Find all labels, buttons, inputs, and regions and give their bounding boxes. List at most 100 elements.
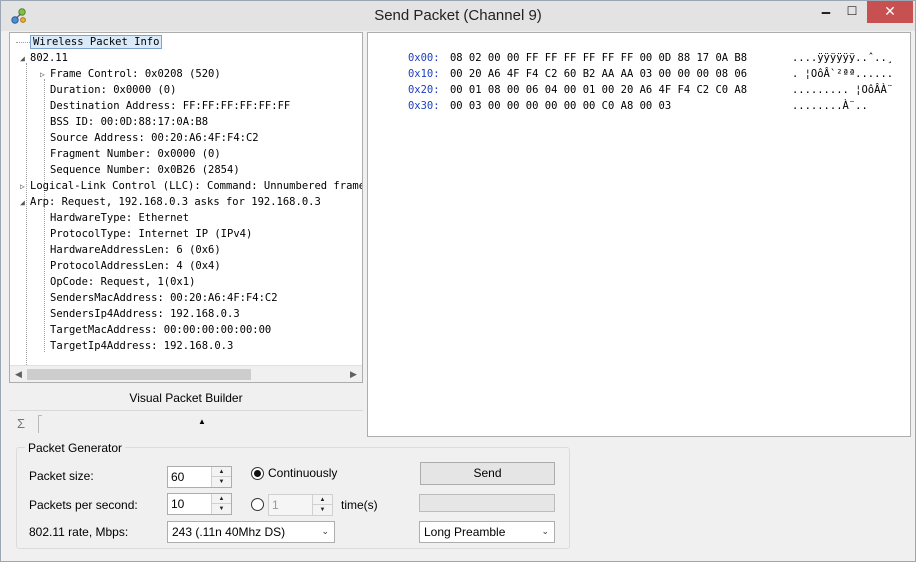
tree-item-label: Source Address: 00:20:A6:4F:F4:C2: [50, 132, 259, 144]
send-button[interactable]: Send: [420, 462, 555, 485]
tree-item-label: BSS ID: 00:0D:88:17:0A:B8: [50, 116, 209, 128]
tree-item-label: SendersIp4Address: 192.168.0.3: [50, 308, 240, 320]
rate-select-value: 243 (.11n 40Mhz DS): [172, 525, 286, 539]
times-stepper[interactable]: 1 ▲ ▼: [268, 494, 333, 516]
tree-item-label: 802.11: [30, 52, 68, 64]
tree-item-wireless-packet-info[interactable]: Wireless Packet Info: [30, 34, 163, 50]
tree-item-source-address[interactable]: Source Address: 00:20:A6:4F:F4:C2: [50, 130, 259, 146]
spin-up-icon[interactable]: ▲: [212, 494, 231, 504]
spin-buttons: ▲ ▼: [312, 495, 332, 515]
chevron-down-icon: ⌄: [321, 526, 329, 536]
tree-item-label: OpCode: Request, 1(0x1): [50, 276, 196, 288]
hex-row: 0x30: 00 03 00 00 00 00 00 00 C0 A8 00 03…: [370, 82, 868, 112]
tree-item-destination-address[interactable]: Destination Address: FF:FF:FF:FF:FF:FF: [50, 98, 290, 114]
hex-row: 0x20: 00 01 08 00 06 04 00 01 00 20 A6 4F…: [370, 66, 893, 96]
tree-item-protocol-address-len[interactable]: ProtocolAddressLen: 4 (0x4): [50, 258, 221, 274]
tree-item-label: HardwareType: Ethernet: [50, 212, 190, 224]
packet-tree[interactable]: Wireless Packet Info ◢ 802.11 ▷ Frame Cont…: [9, 32, 363, 383]
send-progress-bar: [419, 494, 555, 512]
chevron-down-icon: ⌄: [541, 526, 549, 536]
tree-item-llc[interactable]: ▷ Logical-Link Control (LLC): Command: Un…: [20, 178, 363, 195]
collapse-arrow-icon[interactable]: ◢: [20, 51, 30, 67]
tree-item-duration[interactable]: Duration: 0x0000 (0): [50, 82, 176, 98]
hex-row: 0x10: 00 20 A6 4F F4 C2 60 B2 AA AA 03 00…: [370, 50, 893, 80]
tree-item-target-mac[interactable]: TargetMacAddress: 00:00:00:00:00:00: [50, 322, 271, 338]
tree-item-target-ip[interactable]: TargetIp4Address: 192.168.0.3: [50, 338, 233, 354]
tree-connector: [16, 42, 30, 43]
tree-connector: [44, 207, 45, 352]
expand-arrow-icon[interactable]: ▷: [20, 179, 30, 195]
visual-packet-builder-bar: Σ ▲: [9, 410, 363, 436]
times-label: time(s): [341, 498, 378, 512]
preamble-select[interactable]: Long Preamble ⌄: [419, 521, 555, 543]
tree-item-hardware-address-len[interactable]: HardwareAddressLen: 6 (0x6): [50, 242, 221, 258]
spin-down-icon[interactable]: ▼: [313, 505, 332, 515]
tree-item-senders-mac[interactable]: SendersMacAddress: 00:20:A6:4F:F4:C2: [50, 290, 278, 306]
tree-item-hardware-type[interactable]: HardwareType: Ethernet: [50, 210, 189, 226]
spin-buttons: ▲ ▼: [211, 494, 231, 514]
continuously-radio[interactable]: [251, 467, 264, 480]
spin-down-icon[interactable]: ▼: [212, 477, 231, 487]
tree-item-protocol-type[interactable]: ProtocolType: Internet IP (IPv4): [50, 226, 252, 242]
spin-buttons: ▲ ▼: [211, 467, 231, 487]
times-radio[interactable]: [251, 498, 264, 511]
packet-size-label: Packet size:: [29, 469, 94, 483]
scroll-left-icon[interactable]: ◀: [10, 366, 27, 382]
rate-select[interactable]: 243 (.11n 40Mhz DS) ⌄: [167, 521, 335, 543]
maximize-button[interactable]: ☐: [837, 1, 867, 23]
tree-item-label: TargetMacAddress: 00:00:00:00:00:00: [50, 324, 272, 336]
tree-item-frame-control[interactable]: ▷ Frame Control: 0x0208 (520): [40, 66, 221, 82]
preamble-select-value: Long Preamble: [424, 525, 506, 539]
tree-item-label: Sequence Number: 0x0B26 (2854): [50, 164, 240, 176]
visual-packet-builder-label: Visual Packet Builder: [129, 391, 243, 405]
tree-item-label: Fragment Number: 0x0000 (0): [50, 148, 221, 160]
spin-down-icon[interactable]: ▼: [212, 504, 231, 514]
scroll-right-icon[interactable]: ▶: [345, 366, 362, 382]
tree-item-label: ProtocolAddressLen: 4 (0x4): [50, 260, 221, 272]
send-packet-window: Send Packet (Channel 9) 🗕 ☐ ✕ Wireless P…: [0, 0, 916, 562]
tree-item-80211[interactable]: ◢ 802.11: [20, 50, 68, 66]
packet-generator-legend: Packet Generator: [25, 441, 126, 455]
tree-item-label: Logical-Link Control (LLC): Command: Unn…: [30, 180, 363, 192]
tree-connector: [26, 63, 27, 382]
packets-per-second-label: Packets per second:: [29, 498, 138, 512]
packets-per-second-value[interactable]: 10: [171, 497, 184, 511]
tree-item-fragment-number[interactable]: Fragment Number: 0x0000 (0): [50, 146, 221, 162]
tree-horizontal-scrollbar[interactable]: ◀ ▶: [10, 365, 362, 382]
tree-item-label: TargetIp4Address: 192.168.0.3: [50, 340, 234, 352]
expand-arrow-icon[interactable]: ▷: [40, 67, 50, 83]
tree-item-label: Wireless Packet Info: [30, 35, 163, 49]
collapse-arrow-icon[interactable]: ◢: [20, 195, 30, 211]
tree-item-label: HardwareAddressLen: 6 (0x6): [50, 244, 221, 256]
rate-label: 802.11 rate, Mbps:: [29, 525, 129, 539]
window-title: Send Packet (Channel 9): [374, 7, 542, 24]
tree-item-label: Arp: Request, 192.168.0.3 asks for 192.1…: [30, 196, 321, 208]
tree-item-label: Destination Address: FF:FF:FF:FF:FF:FF: [50, 100, 291, 112]
tree-item-opcode[interactable]: OpCode: Request, 1(0x1): [50, 274, 195, 290]
hex-row: 0x00: 08 02 00 00 FF FF FF FF FF FF 00 0D…: [370, 34, 893, 64]
hex-ascii: ........À¨..: [791, 100, 868, 112]
tree-item-label: SendersMacAddress: 00:20:A6:4F:F4:C2: [50, 292, 278, 304]
packet-size-value[interactable]: 60: [171, 470, 184, 484]
spin-up-icon[interactable]: ▲: [212, 467, 231, 477]
close-button[interactable]: ✕: [867, 1, 913, 23]
times-value[interactable]: 1: [272, 498, 279, 512]
sigma-icon[interactable]: Σ: [17, 416, 25, 431]
continuously-label[interactable]: Continuously: [268, 466, 337, 480]
tree-item-bss-id[interactable]: BSS ID: 00:0D:88:17:0A:B8: [50, 114, 208, 130]
hex-bytes: 00 03 00 00 00 00 00 00 C0 A8 00 03: [449, 100, 672, 112]
collapse-up-icon[interactable]: ▲: [198, 417, 206, 426]
spin-up-icon[interactable]: ▲: [313, 495, 332, 505]
tree-item-label: Frame Control: 0x0208 (520): [50, 68, 221, 80]
tree-item-sequence-number[interactable]: Sequence Number: 0x0B26 (2854): [50, 162, 240, 178]
hex-view[interactable]: 0x00: 08 02 00 00 FF FF FF FF FF FF 00 0D…: [367, 32, 911, 437]
packet-size-stepper[interactable]: 60 ▲ ▼: [167, 466, 232, 488]
title-bar[interactable]: Send Packet (Channel 9) 🗕 ☐ ✕: [1, 1, 915, 31]
packets-per-second-stepper[interactable]: 10 ▲ ▼: [167, 493, 232, 515]
hex-offset: 0x30:: [407, 100, 440, 112]
tree-item-arp[interactable]: ◢ Arp: Request, 192.168.0.3 asks for 192.…: [20, 194, 321, 210]
tree-item-label: Duration: 0x0000 (0): [50, 84, 177, 96]
tree-item-senders-ip[interactable]: SendersIp4Address: 192.168.0.3: [50, 306, 240, 322]
tree-item-label: ProtocolType: Internet IP (IPv4): [50, 228, 253, 240]
scrollbar-thumb[interactable]: [27, 369, 251, 380]
